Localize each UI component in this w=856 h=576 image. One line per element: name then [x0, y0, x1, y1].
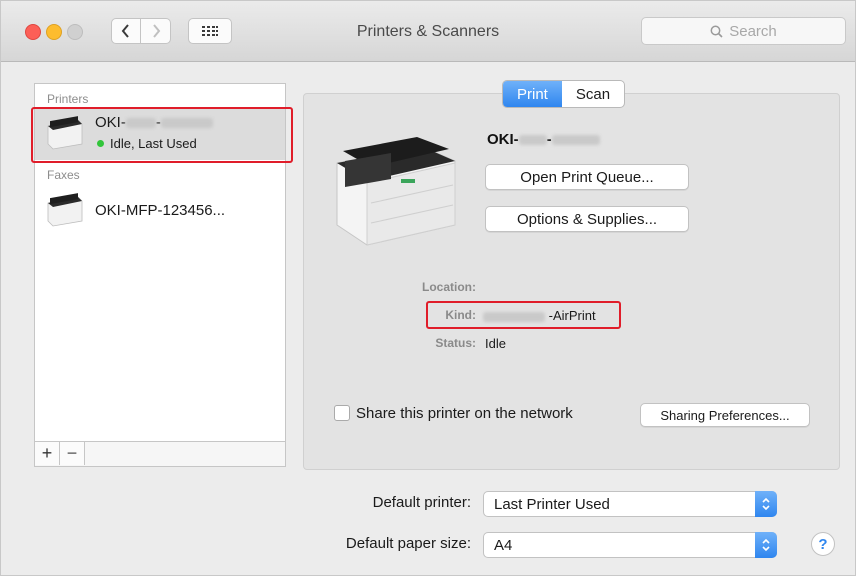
options-supplies-button[interactable]: Options & Supplies... — [485, 206, 689, 232]
default-paper-size-value: A4 — [494, 536, 513, 554]
highlight-box — [426, 301, 621, 329]
location-label: Location: — [422, 280, 476, 294]
title-bar: Printers & Scanners Search — [1, 1, 855, 62]
select-arrows-icon — [755, 491, 777, 517]
select-arrows-icon — [755, 532, 777, 558]
fax-name: OKI-MFP-123456... — [95, 202, 226, 219]
selected-printer-name: OKI- - — [487, 131, 600, 148]
faxes-section-header: Faxes — [47, 168, 80, 182]
share-printer-checkbox[interactable] — [334, 405, 350, 421]
share-printer-label[interactable]: Share this printer on the network — [356, 405, 573, 422]
search-field[interactable]: Search — [641, 17, 846, 45]
search-placeholder: Search — [729, 22, 777, 40]
detail-name-prefix: OKI- — [487, 131, 519, 148]
sharing-preferences-button[interactable]: Sharing Preferences... — [640, 403, 810, 427]
printers-scanners-window: Printers & Scanners Search Printers OKI-… — [0, 0, 856, 576]
printer-image — [336, 137, 456, 246]
default-printer-select[interactable]: Last Printer Used — [483, 491, 777, 517]
default-paper-size-label: Default paper size: — [345, 535, 471, 552]
status-label: Status: — [435, 336, 476, 350]
remove-printer-button[interactable]: − — [60, 442, 85, 465]
default-printer-value: Last Printer Used — [494, 495, 610, 513]
print-scan-tabs: Print Scan — [502, 80, 626, 108]
printers-section-header: Printers — [47, 92, 89, 106]
detail-name-separator: - — [546, 131, 552, 148]
tab-scan[interactable]: Scan — [562, 81, 624, 107]
redacted-text — [551, 135, 600, 146]
tab-print[interactable]: Print — [503, 81, 562, 107]
default-printer-label: Default printer: — [372, 494, 471, 511]
help-button[interactable]: ? — [811, 532, 835, 556]
highlight-box — [31, 107, 293, 163]
search-icon — [710, 25, 723, 38]
fax-list-item[interactable]: OKI-MFP-123456... — [35, 184, 285, 236]
open-print-queue-button[interactable]: Open Print Queue... — [485, 164, 689, 190]
default-paper-size-select[interactable]: A4 — [483, 532, 777, 558]
add-printer-button[interactable]: + — [35, 442, 60, 465]
redacted-text — [518, 135, 547, 146]
sidebar-toolbar: + − — [35, 441, 285, 466]
status-value: Idle — [485, 336, 506, 351]
fax-icon — [47, 193, 83, 227]
